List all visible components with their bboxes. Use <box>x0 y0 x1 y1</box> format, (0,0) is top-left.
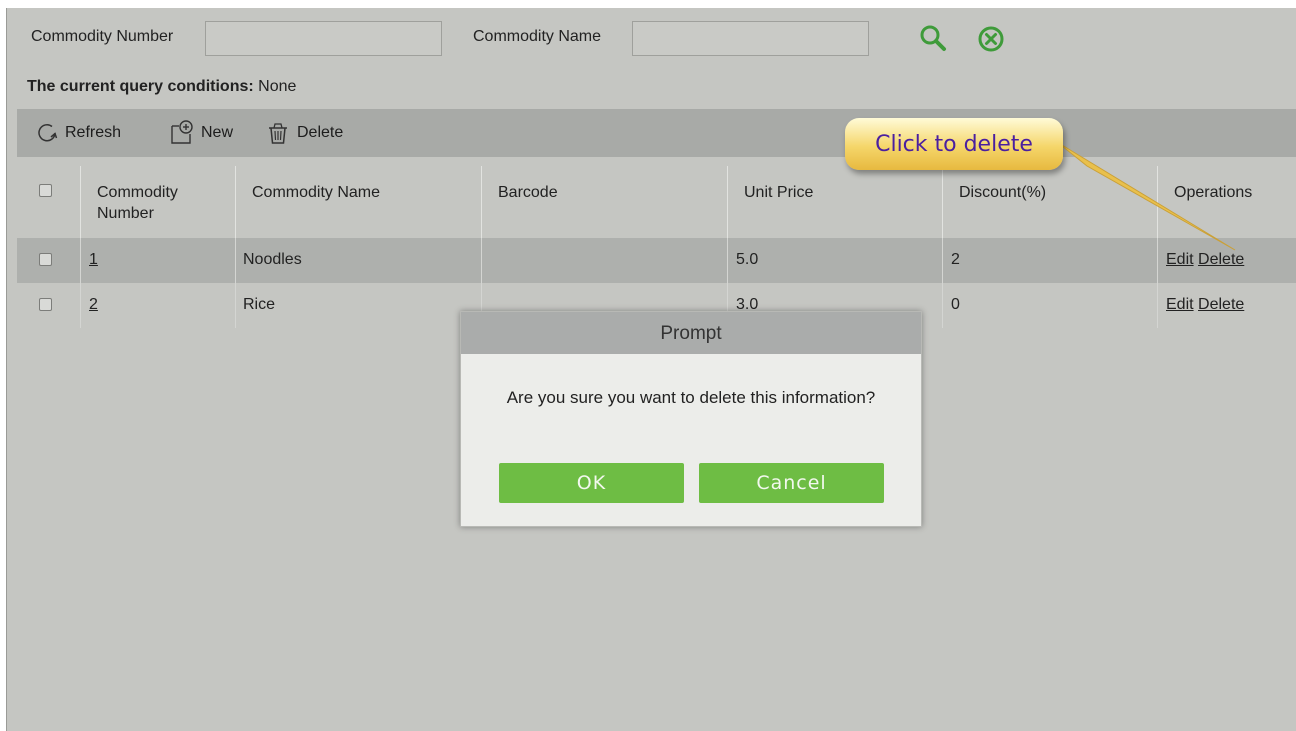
prompt-dialog: Prompt Are you sure you want to delete t… <box>460 311 922 527</box>
dialog-message: Are you sure you want to delete this inf… <box>506 388 876 407</box>
row-checkbox[interactable] <box>39 253 52 266</box>
header-unit-price[interactable]: Unit Price <box>728 166 943 238</box>
search-bar: Commodity Number Commodity Name <box>7 8 1296 66</box>
ok-button[interactable]: OK <box>499 463 684 503</box>
row-number-cell: 1 <box>81 238 236 283</box>
query-conditions: The current query conditions: None <box>27 78 296 96</box>
row-name: Noodles <box>236 238 482 283</box>
click-to-delete-callout: Click to delete <box>845 118 1063 170</box>
header-commodity-name[interactable]: Commodity Name <box>236 166 482 238</box>
trash-icon <box>265 120 291 146</box>
add-icon <box>169 120 195 146</box>
commodity-number-link[interactable]: 1 <box>89 251 98 268</box>
row-checkbox[interactable] <box>39 298 52 311</box>
refresh-label: Refresh <box>65 124 122 141</box>
commodity-number-input[interactable] <box>205 21 442 56</box>
header-select-cell <box>17 166 81 238</box>
new-button[interactable]: New <box>169 109 233 157</box>
delete-link[interactable]: Delete <box>1198 296 1244 313</box>
header-barcode[interactable]: Barcode <box>482 166 728 238</box>
query-conditions-value: None <box>258 78 297 95</box>
commodity-number-label: Commodity Number <box>31 28 174 45</box>
row-unit-price: 5.0 <box>728 238 943 283</box>
commodity-panel: Commodity Number Commodity Name The curr… <box>6 8 1296 731</box>
refresh-button[interactable]: Refresh <box>35 109 121 157</box>
new-label: New <box>201 124 234 141</box>
commodity-number-link[interactable]: 2 <box>89 296 98 313</box>
delete-toolbar-label: Delete <box>297 124 344 141</box>
row-discount: 0 <box>943 283 1158 328</box>
select-all-checkbox[interactable] <box>39 184 52 197</box>
row-select-cell <box>17 238 81 283</box>
search-icon[interactable] <box>919 24 947 57</box>
refresh-icon <box>35 121 59 145</box>
header-commodity-number[interactable]: Commodity Number <box>81 166 236 238</box>
edit-link[interactable]: Edit <box>1166 296 1194 313</box>
callout-pointer <box>1056 141 1236 251</box>
row-number-cell: 2 <box>81 283 236 328</box>
cancel-button[interactable]: Cancel <box>699 463 884 503</box>
delete-toolbar-button[interactable]: Delete <box>265 109 343 157</box>
row-barcode <box>482 238 728 283</box>
clear-circle-icon[interactable] <box>977 25 1005 58</box>
row-select-cell <box>17 283 81 328</box>
row-name: Rice <box>236 283 482 328</box>
query-conditions-label: The current query conditions: <box>27 78 254 95</box>
row-operations: Edit Delete <box>1158 283 1296 328</box>
commodity-name-input[interactable] <box>632 21 869 56</box>
callout-text: Click to delete <box>875 131 1033 157</box>
commodity-name-label: Commodity Name <box>473 28 602 45</box>
dialog-title: Prompt <box>461 312 921 354</box>
